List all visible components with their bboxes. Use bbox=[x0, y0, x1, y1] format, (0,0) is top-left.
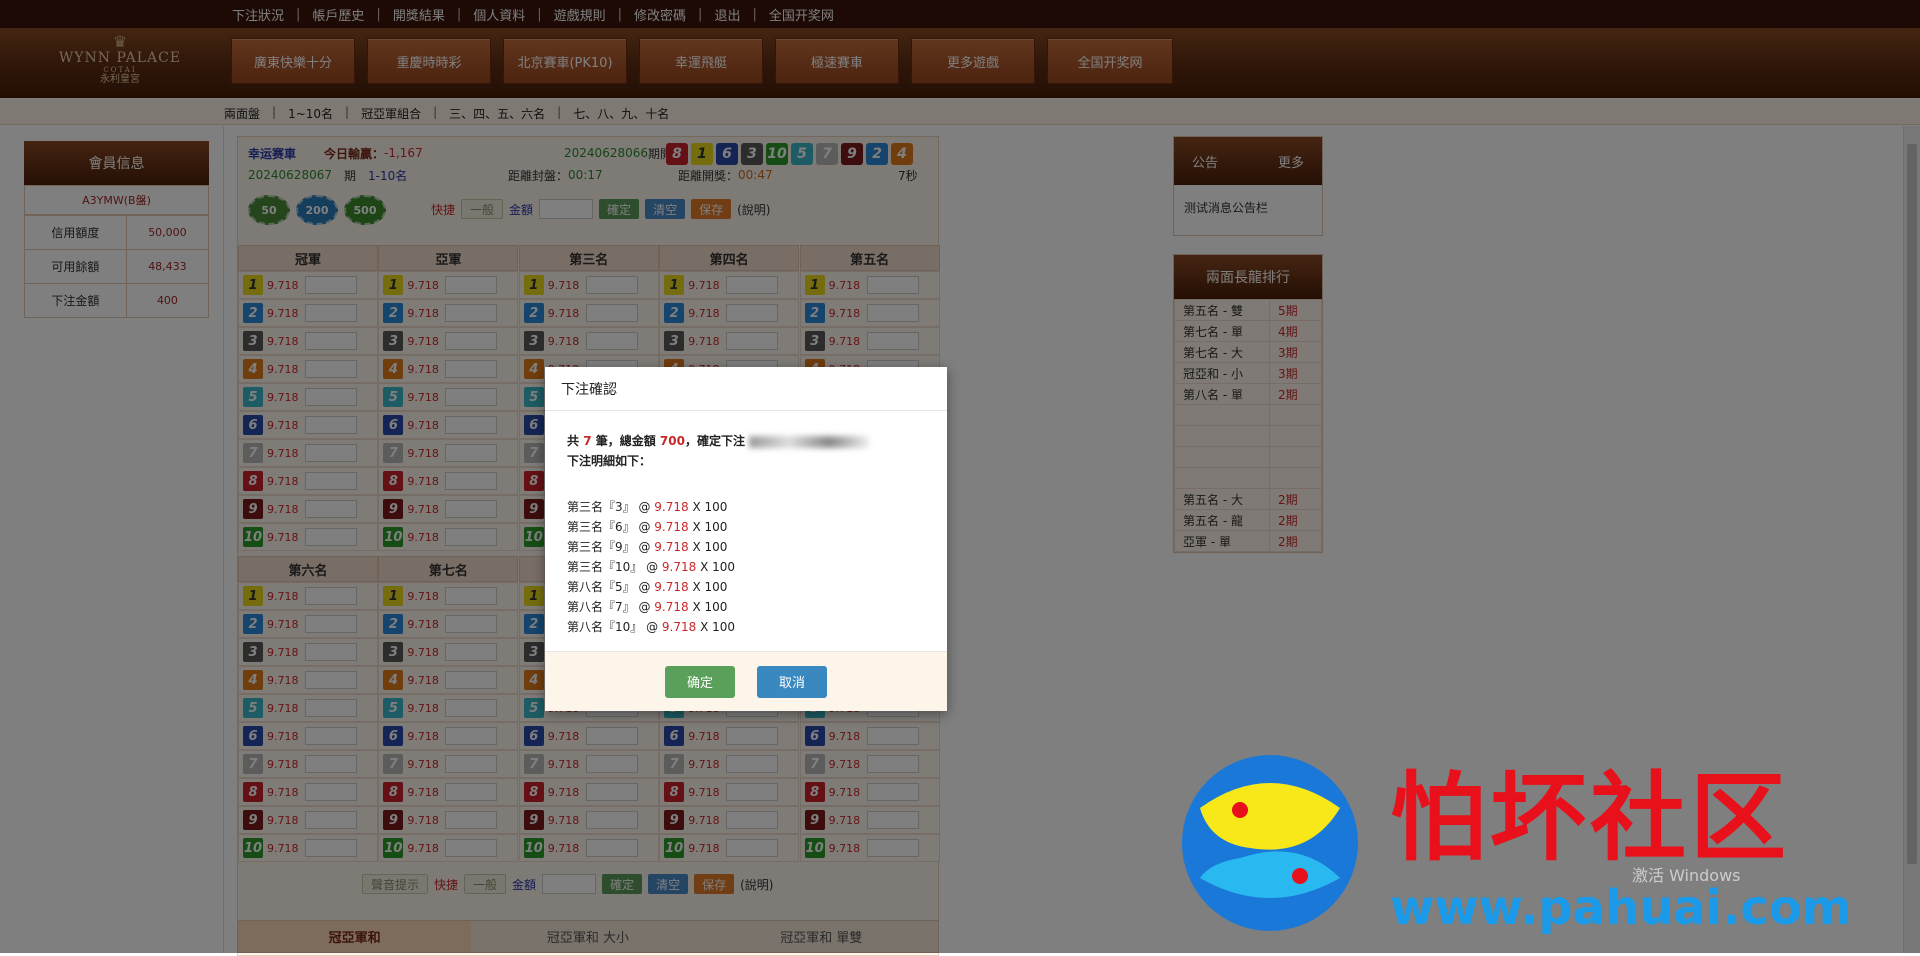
detail-position: 第三名『6』 bbox=[567, 520, 635, 534]
detail-odds: 9.718 bbox=[654, 520, 689, 534]
detail-odds: 9.718 bbox=[654, 500, 689, 514]
detail-amount: X 100 bbox=[692, 540, 728, 554]
detail-amount: X 100 bbox=[692, 520, 728, 534]
bet-confirm-dialog: 下注確認 共 7 筆，總金額 700，確定下注 下注明細如下： 第三名『3』 @… bbox=[545, 367, 947, 711]
at-sign: @ bbox=[634, 580, 655, 594]
bet-total: 700 bbox=[659, 434, 685, 448]
bet-summary: 共 7 筆，總金額 700，確定下注 bbox=[567, 431, 925, 451]
detail-amount: X 100 bbox=[700, 560, 736, 574]
bet-detail-line: 第三名『3』 @ 9.718 X 100 bbox=[567, 497, 925, 517]
bet-detail-line: 第三名『9』 @ 9.718 X 100 bbox=[567, 537, 925, 557]
bet-detail-list: 第三名『3』 @ 9.718 X 100 第三名『6』 @ 9.718 X 100… bbox=[567, 497, 925, 637]
detail-amount: X 100 bbox=[692, 580, 728, 594]
bet-detail-line: 第八名『5』 @ 9.718 X 100 bbox=[567, 577, 925, 597]
detail-position: 第八名『5』 bbox=[567, 580, 635, 594]
blurred-text bbox=[748, 435, 869, 448]
detail-amount: X 100 bbox=[692, 500, 728, 514]
fish-logo-icon bbox=[1182, 755, 1358, 931]
at-sign: @ bbox=[642, 620, 662, 634]
dialog-ok-button[interactable]: 确定 bbox=[665, 665, 735, 698]
bet-detail-line: 第八名『7』 @ 9.718 X 100 bbox=[567, 597, 925, 617]
detail-odds: 9.718 bbox=[661, 560, 697, 574]
dialog-body: 共 7 筆，總金額 700，確定下注 下注明細如下： 第三名『3』 @ 9.71… bbox=[545, 411, 947, 651]
detail-amount: X 100 bbox=[692, 600, 728, 614]
at-sign: @ bbox=[634, 500, 655, 514]
detail-odds: 9.718 bbox=[661, 620, 697, 634]
bet-count: 7 bbox=[583, 434, 592, 448]
bet-detail-line: 第八名『10』 @ 9.718 X 100 bbox=[567, 617, 925, 637]
watermark-text: 怕坏社区 bbox=[1390, 762, 1790, 874]
windows-activation: 激活 Windows bbox=[1632, 866, 1741, 885]
summary-c: ，確定下注 bbox=[684, 434, 745, 448]
detail-odds: 9.718 bbox=[654, 600, 689, 614]
detail-position: 第八名『7』 bbox=[567, 600, 635, 614]
dialog-footer: 确定 取消 bbox=[545, 651, 947, 711]
detail-position: 第八名『10』 bbox=[567, 620, 643, 634]
bet-detail-line: 第三名『10』 @ 9.718 X 100 bbox=[567, 557, 925, 577]
at-sign: @ bbox=[634, 520, 655, 534]
detail-position: 第三名『10』 bbox=[567, 560, 643, 574]
at-sign: @ bbox=[634, 600, 655, 614]
summary-a: 共 bbox=[567, 434, 584, 448]
dialog-cancel-button[interactable]: 取消 bbox=[757, 665, 827, 698]
at-sign: @ bbox=[634, 540, 655, 554]
detail-label: 下注明細如下： bbox=[567, 454, 652, 468]
watermark-url: www.pahuai.com bbox=[1390, 880, 1852, 936]
detail-position: 第三名『3』 bbox=[567, 500, 635, 514]
detail-odds: 9.718 bbox=[654, 580, 689, 594]
site-watermark: 怕坏社区 www.pahuai.com bbox=[1160, 740, 1920, 950]
at-sign: @ bbox=[642, 560, 662, 574]
detail-amount: X 100 bbox=[700, 620, 736, 634]
bet-detail-line: 第三名『6』 @ 9.718 X 100 bbox=[567, 517, 925, 537]
detail-position: 第三名『9』 bbox=[567, 540, 635, 554]
summary-b: 筆，總金額 bbox=[591, 434, 660, 448]
dialog-title: 下注確認 bbox=[545, 367, 947, 411]
detail-odds: 9.718 bbox=[654, 540, 689, 554]
